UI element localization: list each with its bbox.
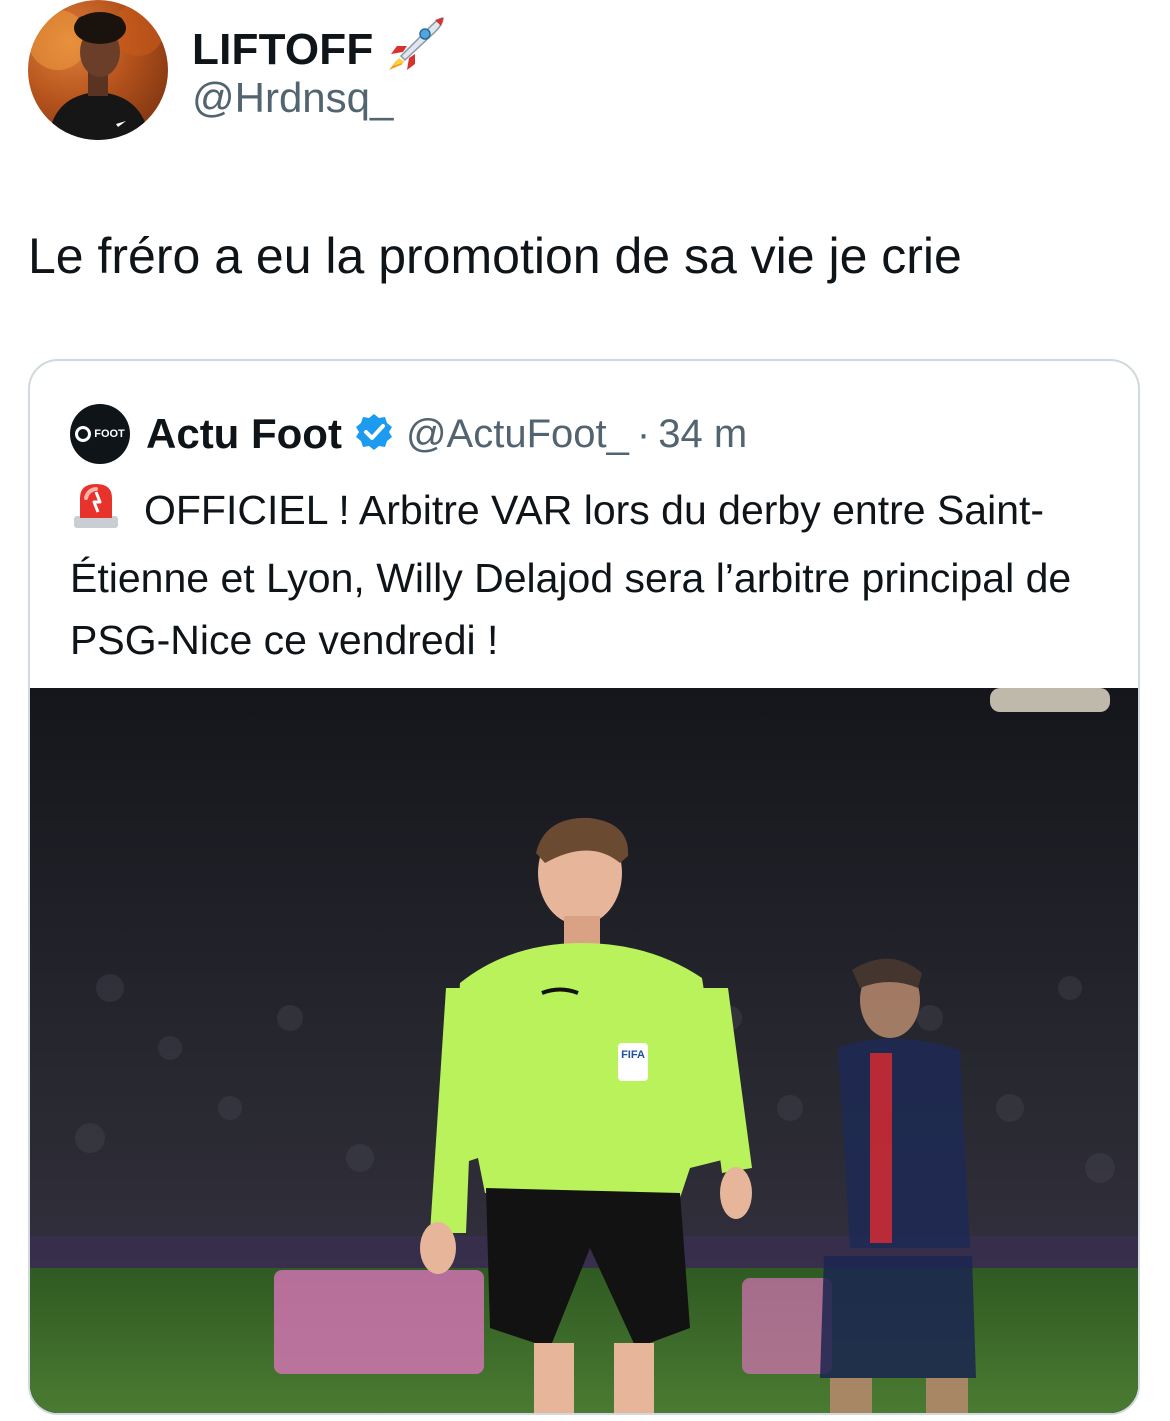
author-display-name[interactable]: LIFTOFF	[192, 16, 445, 83]
tweet-text: Le fréro a eu la promotion de sa vie je …	[28, 228, 962, 284]
quoted-timestamp[interactable]: 34 m	[658, 412, 747, 457]
author-name-text: LIFTOFF	[192, 24, 374, 74]
quoted-tweet-text: OFFICIEL ! Arbitre VAR lors du derby ent…	[70, 487, 1072, 663]
quoted-tweet-card[interactable]: FOOT Actu Foot @ActuFoot_ · 34 m OFFICIE…	[28, 359, 1140, 1415]
verified-badge-icon	[354, 412, 394, 457]
actu-foot-logo[interactable]: FOOT	[70, 404, 130, 464]
quoted-handle[interactable]: @ActuFoot_	[406, 412, 629, 457]
author-avatar[interactable]	[28, 0, 168, 140]
quoted-tweet-header: FOOT Actu Foot @ActuFoot_ · 34 m	[70, 404, 747, 464]
quoted-display-name[interactable]: Actu Foot	[146, 410, 342, 458]
referee-photo[interactable]: FIFA	[30, 688, 1138, 1413]
quoted-tweet-text-block: OFFICIEL ! Arbitre VAR lors du derby ent…	[70, 476, 1120, 671]
separator-dot: ·	[636, 411, 651, 456]
fifa-badge-text: FIFA	[621, 1049, 645, 1061]
author-handle[interactable]: @Hrdnsq_	[192, 74, 393, 122]
rocket-icon	[385, 16, 445, 83]
logo-text: FOOT	[94, 428, 125, 440]
siren-icon	[70, 476, 122, 547]
